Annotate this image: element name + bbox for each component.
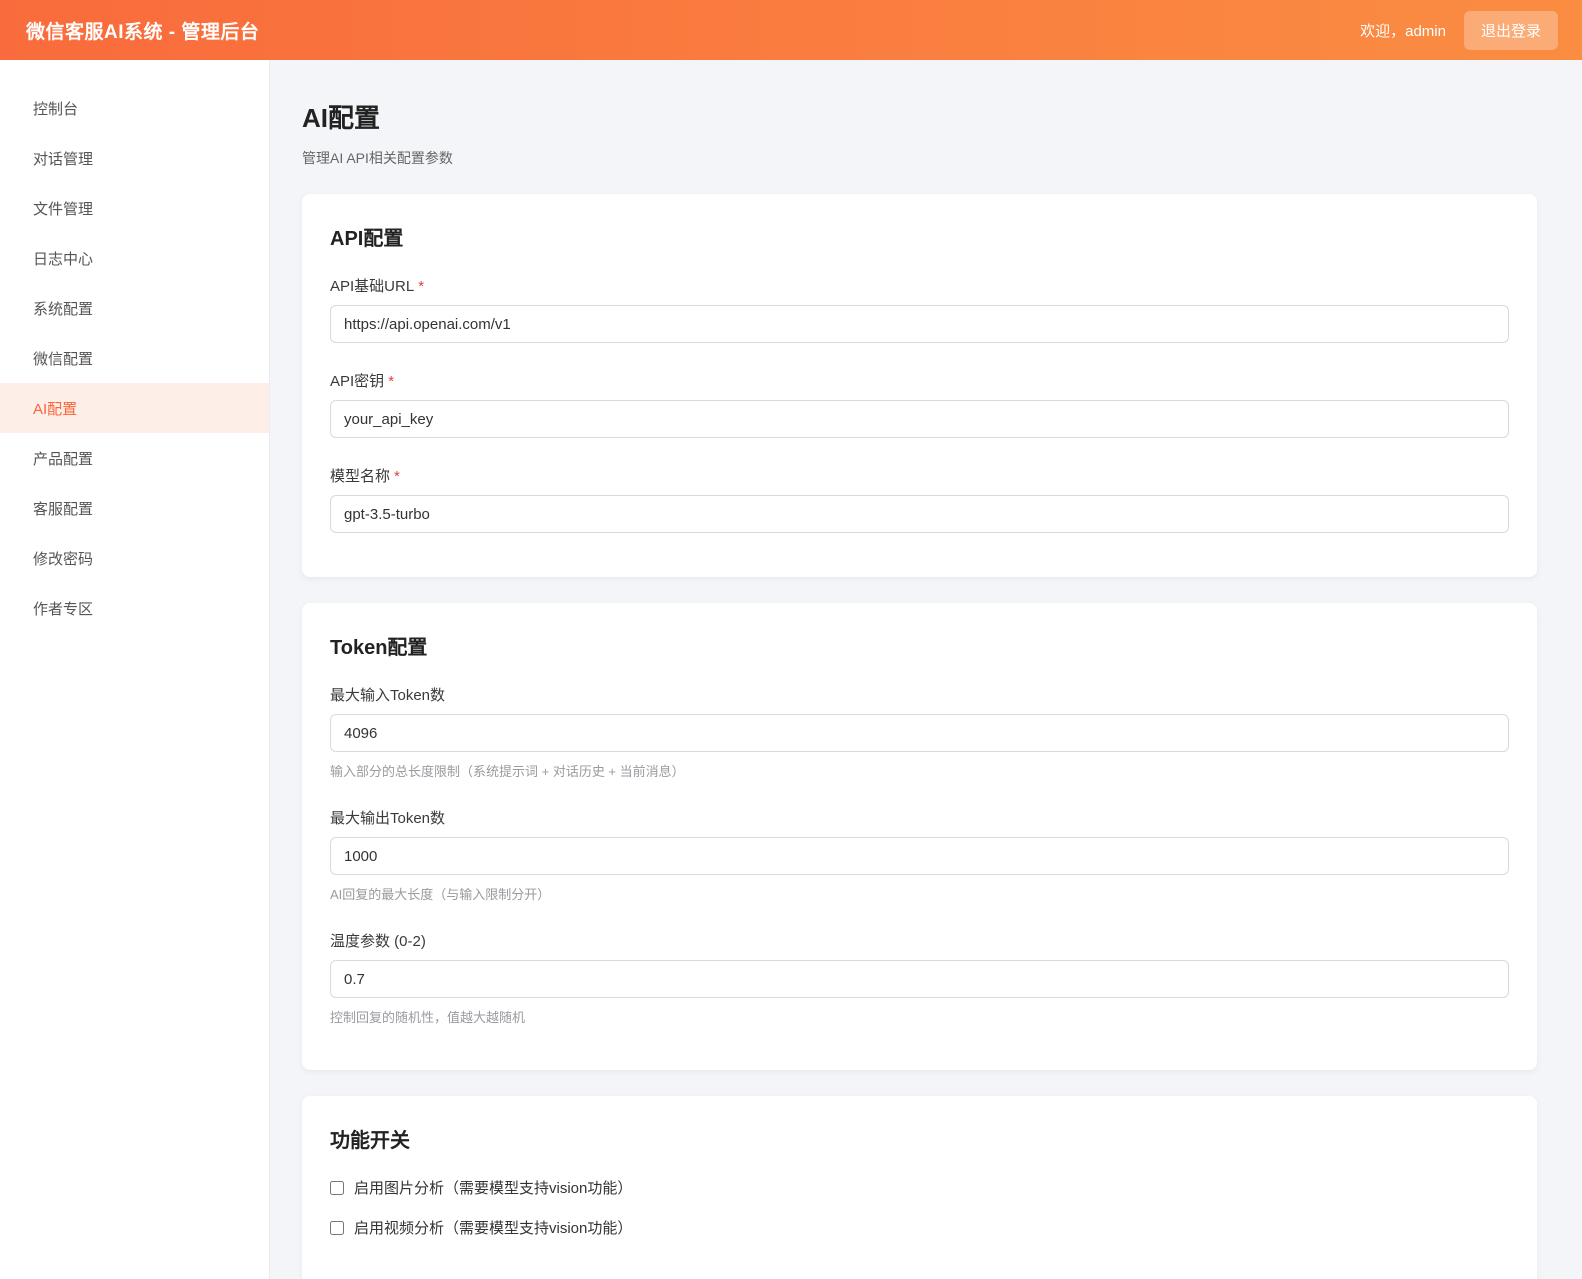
max-output-tokens-input[interactable] [330, 837, 1509, 875]
api-key-field: API密钥* [330, 370, 1509, 438]
layout: 控制台 对话管理 文件管理 日志中心 系统配置 微信配置 AI配置 产品配置 客… [0, 60, 1582, 1279]
sidebar-item-files[interactable]: 文件管理 [0, 183, 269, 233]
enable-image-analysis-checkbox[interactable] [330, 1181, 344, 1195]
enable-image-analysis-label: 启用图片分析（需要模型支持vision功能） [354, 1177, 632, 1198]
sidebar-item-logs[interactable]: 日志中心 [0, 233, 269, 283]
temperature-field: 温度参数 (0-2) 控制回复的随机性，值越大越随机 [330, 930, 1509, 1026]
enable-video-analysis-checkbox[interactable] [330, 1221, 344, 1235]
api-config-card: API配置 API基础URL* API密钥* 模型名称* [302, 194, 1537, 577]
page-subtitle: 管理AI API相关配置参数 [302, 148, 1537, 168]
api-base-url-input[interactable] [330, 305, 1509, 343]
model-name-field: 模型名称* [330, 465, 1509, 533]
sidebar-item-dashboard[interactable]: 控制台 [0, 83, 269, 133]
max-input-tokens-input[interactable] [330, 714, 1509, 752]
required-mark: * [418, 278, 424, 295]
api-base-url-field: API基础URL* [330, 275, 1509, 343]
feature-switch-card-title: 功能开关 [330, 1124, 1509, 1153]
api-base-url-label: API基础URL* [330, 275, 1509, 296]
sidebar-item-wechat-config[interactable]: 微信配置 [0, 333, 269, 383]
welcome-text: 欢迎，admin [1360, 20, 1446, 41]
header-right: 欢迎，admin 退出登录 [1360, 11, 1558, 50]
max-input-tokens-field: 最大输入Token数 输入部分的总长度限制（系统提示词 + 对话历史 + 当前消… [330, 684, 1509, 780]
max-output-tokens-hint: AI回复的最大长度（与输入限制分开） [330, 884, 1509, 903]
sidebar-item-service-config[interactable]: 客服配置 [0, 483, 269, 533]
temperature-hint: 控制回复的随机性，值越大越随机 [330, 1007, 1509, 1026]
sidebar-item-change-password[interactable]: 修改密码 [0, 533, 269, 583]
token-config-card: Token配置 最大输入Token数 输入部分的总长度限制（系统提示词 + 对话… [302, 603, 1537, 1070]
app-header: 微信客服AI系统 - 管理后台 欢迎，admin 退出登录 [0, 0, 1582, 60]
api-base-url-label-text: API基础URL [330, 278, 414, 295]
api-config-card-title: API配置 [330, 222, 1509, 251]
api-key-label-text: API密钥 [330, 373, 384, 390]
api-key-label: API密钥* [330, 370, 1509, 391]
enable-image-analysis-row: 启用图片分析（需要模型支持vision功能） [330, 1177, 1509, 1198]
model-name-label: 模型名称* [330, 465, 1509, 486]
sidebar-item-author-zone[interactable]: 作者专区 [0, 583, 269, 633]
max-input-tokens-hint: 输入部分的总长度限制（系统提示词 + 对话历史 + 当前消息） [330, 761, 1509, 780]
max-input-tokens-label: 最大输入Token数 [330, 684, 1509, 705]
logout-button[interactable]: 退出登录 [1464, 11, 1558, 50]
enable-video-analysis-row: 启用视频分析（需要模型支持vision功能） [330, 1217, 1509, 1238]
max-output-tokens-field: 最大输出Token数 AI回复的最大长度（与输入限制分开） [330, 807, 1509, 903]
sidebar-item-system-config[interactable]: 系统配置 [0, 283, 269, 333]
feature-switch-card: 功能开关 启用图片分析（需要模型支持vision功能） 启用视频分析（需要模型支… [302, 1096, 1537, 1279]
sidebar-item-ai-config[interactable]: AI配置 [0, 383, 269, 433]
main-content: AI配置 管理AI API相关配置参数 API配置 API基础URL* API密… [270, 60, 1582, 1279]
model-name-label-text: 模型名称 [330, 468, 390, 485]
max-output-tokens-label: 最大输出Token数 [330, 807, 1509, 828]
enable-video-analysis-label: 启用视频分析（需要模型支持vision功能） [354, 1217, 632, 1238]
required-mark: * [394, 468, 400, 485]
temperature-label: 温度参数 (0-2) [330, 930, 1509, 951]
api-key-input[interactable] [330, 400, 1509, 438]
model-name-input[interactable] [330, 495, 1509, 533]
page-title: AI配置 [302, 98, 1537, 135]
app-title: 微信客服AI系统 - 管理后台 [26, 17, 259, 44]
required-mark: * [388, 373, 394, 390]
sidebar: 控制台 对话管理 文件管理 日志中心 系统配置 微信配置 AI配置 产品配置 客… [0, 60, 270, 1279]
sidebar-item-product-config[interactable]: 产品配置 [0, 433, 269, 483]
sidebar-item-conversations[interactable]: 对话管理 [0, 133, 269, 183]
temperature-input[interactable] [330, 960, 1509, 998]
token-config-card-title: Token配置 [330, 631, 1509, 660]
